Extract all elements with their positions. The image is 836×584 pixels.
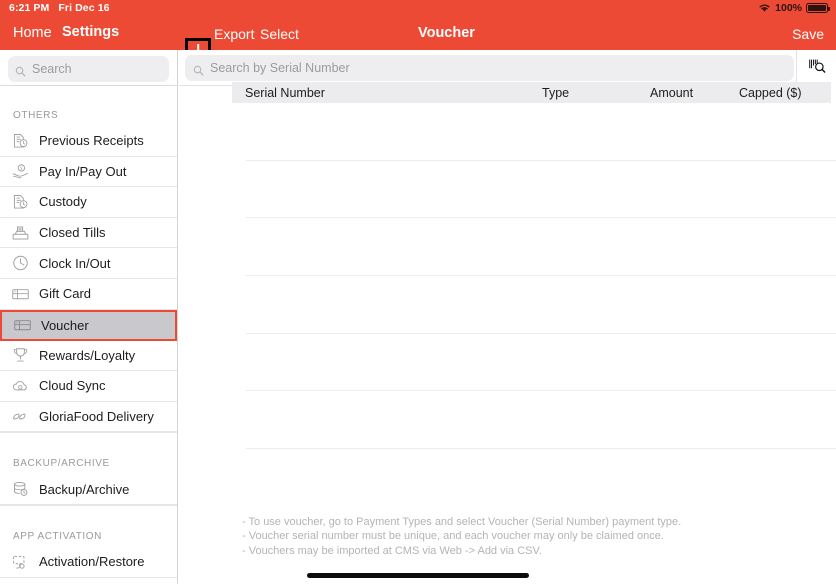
cash-register-icon [9, 223, 31, 243]
sidebar-item-activation-restore[interactable]: Activation/Restore [0, 546, 177, 578]
table-row[interactable] [246, 161, 836, 219]
nav-settings-title: Settings [62, 24, 120, 40]
search-icon [193, 63, 204, 76]
cash-hand-icon: $ [9, 161, 31, 181]
column-header-capped: Capped ($) [739, 85, 802, 100]
export-button[interactable]: Export [214, 26, 254, 42]
voucher-search-input[interactable]: Search by Serial Number [185, 55, 794, 81]
svg-text:$: $ [20, 168, 23, 173]
barcode-scan-icon [807, 56, 827, 80]
clock-icon [9, 253, 31, 273]
status-bar-right: 100% [758, 2, 831, 14]
sidebar-section-header-app-activation: APP ACTIVATION [0, 522, 177, 547]
cloud-sync-icon [9, 376, 31, 396]
sidebar-search-input[interactable]: Search [8, 56, 169, 82]
sidebar-item-label: Rewards/Loyalty [39, 347, 136, 363]
table-row[interactable] [246, 391, 836, 450]
nav-home-button[interactable]: Home [13, 25, 52, 41]
search-icon [15, 64, 26, 77]
sidebar-section-header-backup: BACKUP/ARCHIVE [0, 450, 177, 475]
table-row[interactable] [246, 449, 836, 507]
sidebar-item-label: Backup/Archive [39, 481, 130, 497]
sidebar-item-label: Closed Tills [39, 225, 106, 241]
voucher-search-row: Search by Serial Number [179, 50, 836, 86]
sidebar-item-label: Cloud Sync [39, 378, 106, 394]
sidebar: Search OTHERS Previous Receipts $ Pay In… [0, 50, 178, 584]
sidebar-item-label: GloriaFood Delivery [39, 409, 154, 425]
voucher-table-body [246, 103, 836, 520]
sidebar-item-label: Previous Receipts [39, 133, 144, 149]
battery-full-icon [806, 3, 831, 13]
voucher-help-notes: - To use voucher, go to Payment Types an… [242, 515, 822, 559]
sidebar-item-clock-in-out[interactable]: Clock In/Out [0, 248, 177, 279]
status-time: 6:21 PM [9, 2, 50, 14]
sidebar-item-backup-archive[interactable]: Backup/Archive [0, 474, 177, 505]
nav-bar: Home Settings Export Select Voucher Save [0, 18, 836, 64]
sidebar-item-gift-card[interactable]: Gift Card [0, 278, 177, 310]
sidebar-item-label: Gift Card [39, 286, 92, 302]
sidebar-gap-1 [0, 432, 177, 451]
table-row[interactable] [246, 276, 836, 334]
card-icon [9, 284, 31, 304]
sidebar-item-label: Custody [39, 194, 87, 210]
main-panel: Search by Serial Number Serial Number Ty… [179, 50, 836, 584]
sidebar-search-placeholder: Search [32, 62, 72, 76]
status-date: Fri Dec 16 [58, 2, 110, 14]
sidebar-item-rewards-loyalty[interactable]: Rewards/Loyalty [0, 340, 177, 372]
voucher-table-header: Serial Number Type Amount Capped ($) [232, 82, 831, 103]
column-header-serial-number: Serial Number [245, 85, 325, 100]
table-row[interactable] [246, 334, 836, 392]
table-row[interactable] [246, 218, 836, 277]
help-note-line: - Voucher serial number must be unique, … [242, 530, 664, 542]
battery-percent-label: 100% [775, 2, 802, 14]
status-bar: 6:21 PM Fri Dec 16 100% [0, 0, 836, 18]
sidebar-item-label: Pay In/Pay Out [39, 163, 127, 179]
sidebar-item-pay-in-pay-out[interactable]: $ Pay In/Pay Out [0, 156, 177, 188]
trophy-icon [9, 345, 31, 365]
sidebar-item-gloriafood-delivery[interactable]: GloriaFood Delivery [0, 401, 177, 433]
top-bar: 6:21 PM Fri Dec 16 100% Home Settings Ex… [0, 0, 836, 64]
voucher-search-placeholder: Search by Serial Number [210, 61, 350, 75]
help-note-line: - To use voucher, go to Payment Types an… [242, 515, 682, 528]
receipt-icon [9, 131, 31, 151]
app-root: 6:21 PM Fri Dec 16 100% Home Settings Ex… [0, 0, 836, 584]
status-bar-left: 6:21 PM Fri Dec 16 [9, 2, 110, 14]
column-header-amount: Amount [650, 85, 694, 100]
wifi-icon [758, 3, 771, 13]
column-header-type: Type [542, 85, 570, 100]
database-clock-icon [9, 479, 31, 499]
sidebar-top-gap [0, 86, 177, 102]
barcode-scan-button[interactable] [796, 50, 836, 86]
sidebar-search-wrap: Search [0, 50, 177, 86]
help-note-line: - Vouchers may be imported at CMS via We… [242, 544, 542, 557]
sidebar-item-label: Voucher [41, 317, 89, 333]
sidebar-item-cloud-sync[interactable]: Cloud Sync [0, 371, 177, 402]
leaf-icon [9, 407, 31, 427]
save-button[interactable]: Save [792, 26, 824, 42]
activation-icon [9, 552, 31, 572]
home-indicator[interactable] [307, 573, 529, 578]
receipt-icon [9, 192, 31, 212]
sidebar-item-label: Clock In/Out [39, 255, 111, 271]
sidebar-section-header-others: OTHERS [0, 102, 177, 126]
sidebar-item-voucher[interactable]: Voucher [0, 309, 177, 341]
table-row[interactable] [246, 103, 836, 161]
page-title: Voucher [418, 25, 475, 41]
sidebar-item-previous-receipts[interactable]: Previous Receipts [0, 126, 177, 157]
sidebar-gap-2 [0, 504, 177, 523]
select-button[interactable]: Select [260, 26, 299, 42]
sidebar-item-closed-tills[interactable]: Closed Tills [0, 217, 177, 249]
card-icon [11, 315, 33, 335]
sidebar-item-label: Activation/Restore [39, 554, 145, 570]
sidebar-item-custody[interactable]: Custody [0, 187, 177, 218]
